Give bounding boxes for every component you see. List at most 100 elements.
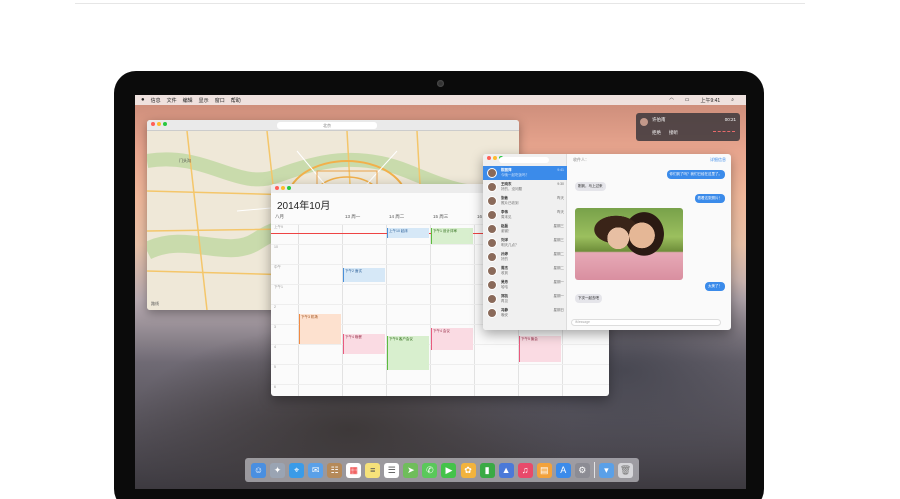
conversation-item[interactable]: 孙婷 好的 星期二 [483,250,567,264]
hour-label: 10 [274,245,278,249]
day-header[interactable]: 八月 [275,214,284,220]
messages-icon[interactable]: ✆ [422,462,438,478]
photos-icon[interactable]: ✿ [460,462,476,478]
spotlight-icon[interactable]: ⌕ [731,97,734,104]
clock[interactable]: 上午9:41 [700,97,720,104]
avatar [487,294,497,304]
calendar-event[interactable]: 下午1 设计评审 [431,228,473,244]
trash-icon[interactable]: 🗑 [617,462,633,478]
day-header[interactable]: 13 周一 [345,214,360,220]
numbers-icon[interactable]: ▮ [479,462,495,478]
message-bubble: 下次一起去吧 [575,294,602,303]
day-header[interactable]: 14 周二 [389,214,404,220]
dock: ☺ ✦ ⌖ ✉ ☷ ▦ ≡ ☰ ➤ ✆ ▶ ✿ ▮ ▲ ♫ ▤ A ⚙ ▾ � [245,458,639,482]
conversation-item[interactable]: 吴芳 哈哈 星期一 [483,278,567,292]
messages-search-input[interactable] [499,157,549,163]
calendar-event[interactable]: 下午5 聚会 [519,336,561,362]
audio-wave-icon [713,127,735,132]
dock-separator [593,462,595,478]
hour-label: 4 [274,345,276,349]
avatar [487,210,497,220]
safari-icon[interactable]: ⌖ [289,462,305,478]
day-header[interactable]: 15 周三 [433,214,448,220]
maps-icon[interactable]: ➤ [403,462,419,478]
calendar-event[interactable]: 上午10 起床 [387,228,429,238]
decline-button[interactable]: 拒绝 [652,130,661,136]
recipient-label: 收件人： [573,157,589,162]
conversation-item[interactable]: 刘洋 明天几点？ 星期三 [483,236,567,250]
avatar [487,252,497,262]
conversation-item[interactable]: 周杰 收到 星期二 [483,264,567,278]
hour-label: 中午 [274,265,281,269]
message-bubble: 你们到了吗？我们已经在这里了。 [666,170,725,179]
keynote-icon[interactable]: ▲ [498,462,514,478]
conversation-item[interactable]: 陈丽萍 今晚一起吃饭吗？ 9:41 [483,166,567,180]
calendar-icon[interactable]: ▦ [346,462,362,478]
hour-label: 5 [274,365,276,369]
itunes-icon[interactable]: ♫ [517,462,533,478]
call-actions: 拒绝 接听 [652,130,678,136]
avatar [487,266,497,276]
calendar-event[interactable]: 下午4 晚餐 [343,334,385,354]
page: ● 信息 文件 编辑 显示 窗口 帮助 ◠ ▭ 上午9:41 ⌕ 许伯南 00:… [0,0,900,499]
calendar-event[interactable]: 下午5 客户会议 [387,336,429,370]
maps-route-button[interactable]: 路线 [151,301,159,307]
status-area: ◠ ▭ 上午9:41 ⌕ [669,97,740,104]
wifi-icon[interactable]: ◠ [669,97,673,104]
avatar [487,224,497,234]
reminders-icon[interactable]: ☰ [384,462,400,478]
calendar-event[interactable]: 下午2 面试 [343,268,385,282]
calendar-event[interactable]: 下午3 机场 [299,314,341,344]
finder-icon[interactable]: ☺ [251,462,267,478]
menu-item[interactable]: 编辑 [183,97,193,104]
hour-label: 下午1 [274,285,283,289]
menu-item[interactable]: 显示 [199,97,209,104]
mail-icon[interactable]: ✉ [308,462,324,478]
appstore-icon[interactable]: A [555,462,571,478]
menu-item[interactable]: 帮助 [231,97,241,104]
ibooks-icon[interactable]: ▤ [536,462,552,478]
avatar [487,280,497,290]
avatar [487,196,497,206]
downloads-icon[interactable]: ▾ [598,462,614,478]
preferences-icon[interactable]: ⚙ [574,462,590,478]
launchpad-icon[interactable]: ✦ [270,462,286,478]
conversation-list: 陈丽萍 今晚一起吃饭吗？ 9:41 王晓东 好的，没问题 9:30 张敏 照片已收到 昨天 … [483,154,567,330]
month-title: 2014年10月 [277,201,331,212]
menu-item[interactable]: 文件 [167,97,177,104]
conversation-item[interactable]: 赵磊 谢谢！ 星期三 [483,222,567,236]
battery-icon[interactable]: ▭ [685,97,690,104]
window-controls[interactable] [151,122,167,126]
desktop-screen: ● 信息 文件 编辑 显示 窗口 帮助 ◠ ▭ 上午9:41 ⌕ 许伯南 00:… [135,95,746,489]
message-bubble: 看看这张照片！ [694,194,725,203]
message-bubble: 太美了！ [705,282,725,291]
incoming-call-notification[interactable]: 许伯南 00:21 拒绝 接听 [636,113,740,141]
maps-toolbar: 北京 [147,120,519,131]
menu-bar: ● 信息 文件 编辑 显示 窗口 帮助 ◠ ▭ 上午9:41 ⌕ [135,95,746,105]
window-controls[interactable] [275,186,291,190]
facetime-icon[interactable]: ▶ [441,462,457,478]
menu-item[interactable]: 信息 [151,97,161,104]
conversation-item[interactable]: 王晓东 好的，没问题 9:30 [483,180,567,194]
conversation-item[interactable]: 郑凯 再见 星期一 [483,292,567,306]
maps-search-input[interactable]: 北京 [277,122,377,129]
apple-menu-icon[interactable]: ● [141,97,145,103]
messages-window[interactable]: 陈丽萍 今晚一起吃饭吗？ 9:41 王晓东 好的，没问题 9:30 张敏 照片已收到 昨天 … [483,154,731,330]
message-input[interactable]: iMessage [571,319,721,326]
calendar-event[interactable]: 下午4 会议 [431,328,473,350]
shared-photo[interactable] [575,208,683,280]
conversation-item[interactable]: 张敏 照片已收到 昨天 [483,194,567,208]
notes-icon[interactable]: ≡ [365,462,381,478]
avatar [487,308,497,318]
accept-button[interactable]: 接听 [669,130,678,136]
conversation-item[interactable]: 冯静 晚安 星期日 [483,306,567,320]
details-button[interactable]: 详细信息 [710,157,726,163]
contacts-icon[interactable]: ☷ [327,462,343,478]
divider [75,3,805,4]
menu-item[interactable]: 窗口 [215,97,225,104]
avatar [487,182,497,192]
hour-label: 上午9 [274,225,283,229]
conversation-item[interactable]: 李伟 周末见 昨天 [483,208,567,222]
caller-name: 许伯南 [652,117,666,122]
camera-icon [437,80,444,87]
